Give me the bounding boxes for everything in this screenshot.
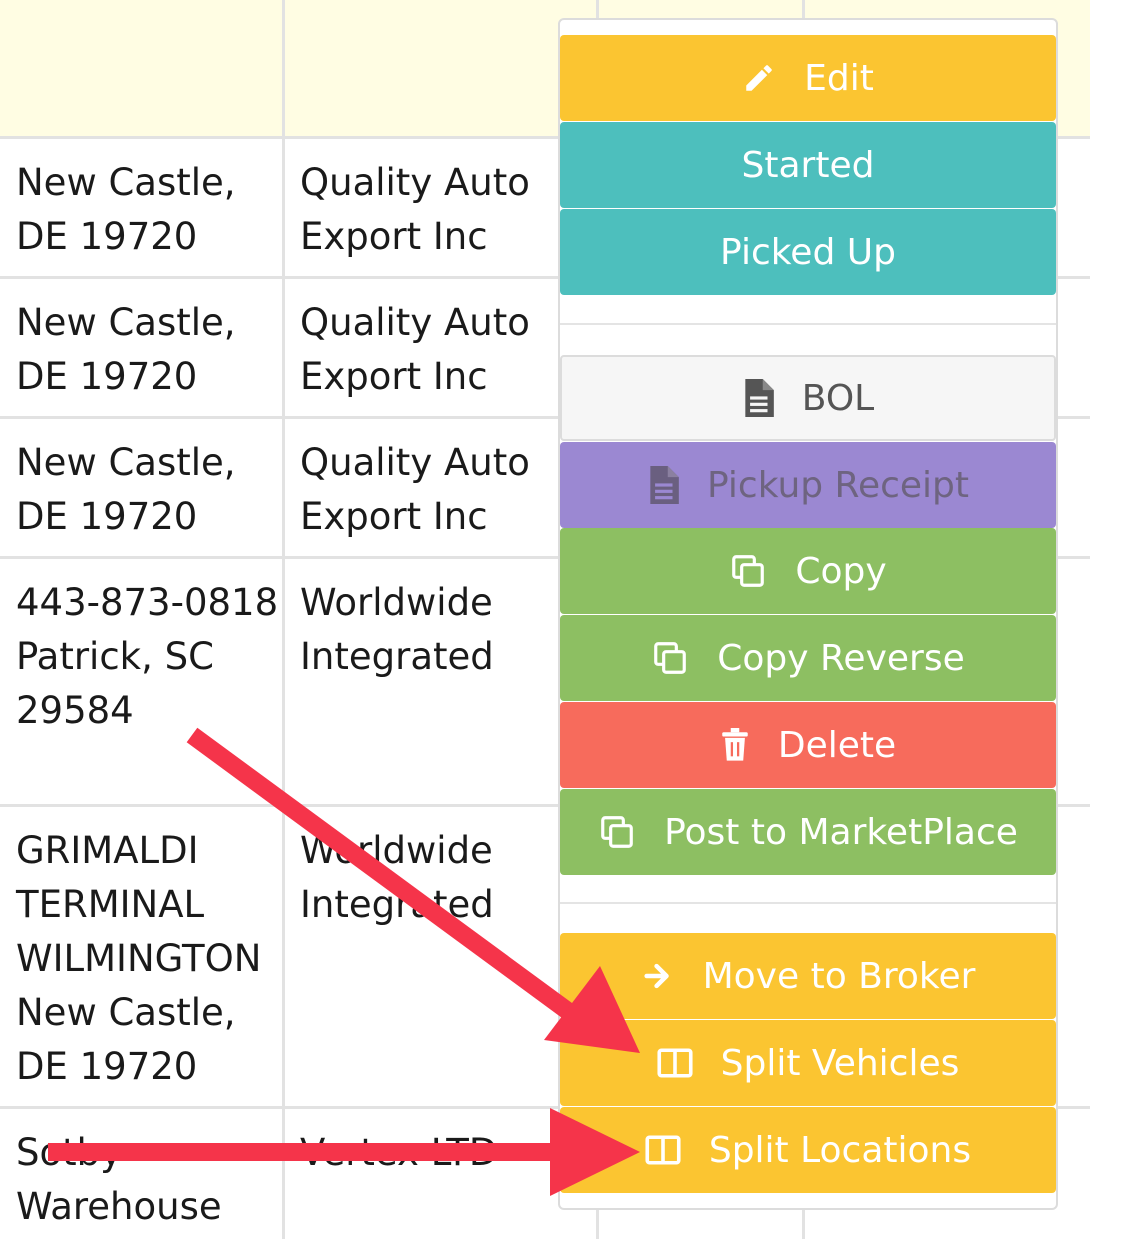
delete-label: Delete [777, 724, 897, 766]
copy-icon [729, 552, 767, 590]
edit-button[interactable]: Edit [560, 35, 1056, 121]
location-line: New Castle, [16, 991, 236, 1034]
column-divider [282, 0, 285, 1239]
bol-button[interactable]: BOL [560, 355, 1056, 441]
move-to-broker-label: Move to Broker [702, 955, 976, 997]
pickup-receipt-button[interactable]: Pickup Receipt [560, 442, 1056, 528]
copy-label: Copy [795, 550, 887, 592]
copy-button[interactable]: Copy [560, 528, 1056, 614]
location-line: GRIMALDI [16, 829, 199, 872]
company-line: Export Inc [300, 215, 488, 258]
company-line: Vertex LTD [300, 1131, 498, 1174]
columns-icon [645, 1134, 681, 1166]
split-vehicles-label: Split Vehicles [720, 1042, 960, 1084]
document-icon [742, 379, 774, 417]
location-line: Sotby [16, 1131, 123, 1174]
company-line: Quality Auto [300, 301, 530, 344]
location-line: New Castle, [16, 161, 236, 204]
location-line: DE 19720 [16, 1045, 198, 1088]
post-to-marketplace-label: Post to MarketPlace [664, 811, 1018, 853]
arrow-right-icon [641, 959, 675, 993]
company-line: Export Inc [300, 495, 488, 538]
location-line: DE 19720 [16, 215, 198, 258]
delete-button[interactable]: Delete [560, 702, 1056, 788]
location-line: 443-873-0818 [16, 581, 279, 624]
split-vehicles-button[interactable]: Split Vehicles [560, 1020, 1056, 1106]
trash-icon [720, 728, 750, 762]
columns-icon [657, 1047, 693, 1079]
location-line: Patrick, SC [16, 635, 214, 678]
table-row-company: Worldwide Integrated [300, 824, 494, 932]
table-row-location: New Castle, DE 19720 [16, 296, 236, 404]
company-line: Integrated [300, 635, 494, 678]
company-line: Quality Auto [300, 161, 530, 204]
copy-reverse-label: Copy Reverse [717, 637, 965, 679]
copy-icon [651, 639, 689, 677]
table-row-location: Sotby Warehouse [16, 1126, 222, 1234]
location-line: WILMINGTON [16, 937, 262, 980]
move-to-broker-button[interactable]: Move to Broker [560, 933, 1056, 1019]
location-line: DE 19720 [16, 495, 198, 538]
table-row-company: Quality Auto Export Inc [300, 156, 530, 264]
edit-label: Edit [804, 57, 874, 99]
location-line: New Castle, [16, 301, 236, 344]
document-icon [647, 466, 679, 504]
post-to-marketplace-button[interactable]: Post to MarketPlace [560, 789, 1056, 875]
company-line: Integrated [300, 883, 494, 926]
company-line: Worldwide [300, 581, 493, 624]
split-locations-button[interactable]: Split Locations [560, 1107, 1056, 1193]
picked-up-button[interactable]: Picked Up [560, 209, 1056, 295]
table-row-location: 443-873-0818 Patrick, SC 29584 [16, 576, 278, 738]
menu-divider [560, 323, 1056, 325]
pencil-icon [742, 61, 776, 95]
location-line: New Castle, [16, 441, 236, 484]
copy-reverse-button[interactable]: Copy Reverse [560, 615, 1056, 701]
split-locations-label: Split Locations [708, 1129, 972, 1171]
location-line: 29584 [16, 689, 134, 732]
location-line: DE 19720 [16, 355, 198, 398]
copy-icon [598, 813, 636, 851]
started-label: Started [741, 144, 875, 186]
table-row-location: New Castle, DE 19720 [16, 436, 236, 544]
location-line: Warehouse [16, 1185, 222, 1228]
table-row-company: Vertex LTD [300, 1126, 497, 1180]
table-row-company: Quality Auto Export Inc [300, 436, 530, 544]
company-line: Quality Auto [300, 441, 530, 484]
picked-up-label: Picked Up [720, 231, 896, 273]
company-line: Export Inc [300, 355, 488, 398]
bol-label: BOL [801, 377, 875, 419]
menu-divider [560, 902, 1056, 904]
table-row-company: Worldwide Integrated [300, 576, 494, 684]
pickup-receipt-label: Pickup Receipt [706, 464, 970, 506]
company-line: Worldwide [300, 829, 493, 872]
started-button[interactable]: Started [560, 122, 1056, 208]
table-row-location: New Castle, DE 19720 [16, 156, 236, 264]
location-line: TERMINAL [16, 883, 205, 926]
table-row-location: GRIMALDI TERMINAL WILMINGTON New Castle,… [16, 824, 261, 1094]
table-row-company: Quality Auto Export Inc [300, 296, 530, 404]
